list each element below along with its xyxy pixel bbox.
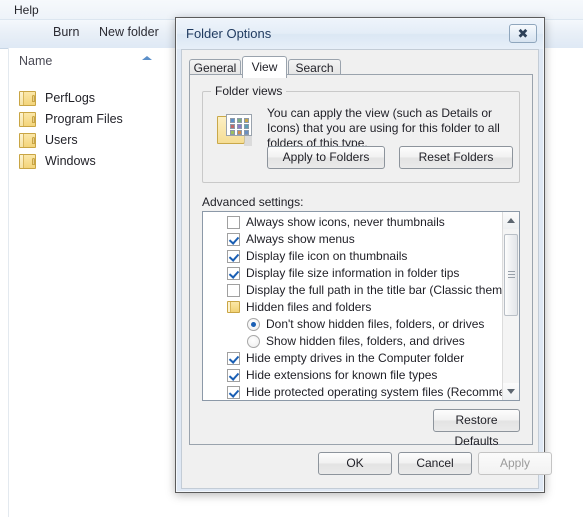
setting-display-file-icon-on-thumbnails[interactable]: Display file icon on thumbnails bbox=[203, 248, 503, 265]
setting-show-hidden-files[interactable]: Show hidden files, folders, and drives bbox=[203, 333, 503, 350]
radio-button[interactable] bbox=[247, 318, 260, 331]
dialog-title-bar[interactable]: Folder Options ✖ bbox=[177, 19, 543, 49]
toolbar-button-new-folder[interactable]: New folder bbox=[99, 25, 159, 39]
restore-defaults-button[interactable]: Restore Defaults bbox=[433, 409, 520, 448]
setting-label: Display file size information in folder … bbox=[246, 266, 460, 280]
setting-label: Display the full path in the title bar (… bbox=[246, 283, 520, 297]
checkbox[interactable] bbox=[227, 267, 240, 280]
scroll-down-icon[interactable] bbox=[503, 383, 519, 400]
setting-label: Hide protected operating system files (R… bbox=[246, 385, 520, 399]
tab-page-view: Folder views You can apply the view (suc… bbox=[189, 74, 533, 448]
folder-icon bbox=[19, 133, 36, 148]
scroll-up-icon[interactable] bbox=[503, 212, 519, 229]
ok-button[interactable]: OK bbox=[318, 452, 392, 475]
setting-label: Display file icon on thumbnails bbox=[246, 249, 408, 263]
close-icon: ✖ bbox=[517, 26, 529, 41]
folder-views-group: Folder views You can apply the view (suc… bbox=[202, 84, 520, 183]
setting-always-show-menus[interactable]: Always show menus bbox=[203, 231, 503, 248]
setting-hide-empty-drives[interactable]: Hide empty drives in the Computer folder bbox=[203, 350, 503, 367]
setting-label: Always show menus bbox=[246, 232, 355, 246]
setting-hide-protected-os-files[interactable]: Hide protected operating system files (R… bbox=[203, 384, 519, 400]
advanced-settings-scrollbar[interactable] bbox=[502, 212, 519, 400]
column-header-name[interactable]: Name bbox=[9, 48, 174, 74]
checkbox[interactable] bbox=[227, 352, 240, 365]
apply-to-folders-button[interactable]: Apply to Folders bbox=[267, 146, 385, 169]
toolbar-button-burn[interactable]: Burn bbox=[53, 25, 79, 39]
scrollbar-thumb[interactable] bbox=[504, 234, 518, 316]
column-header-label: Name bbox=[19, 54, 53, 68]
checkbox[interactable] bbox=[227, 386, 240, 399]
setting-always-show-icons[interactable]: Always show icons, never thumbnails bbox=[203, 214, 503, 231]
sort-ascending-icon bbox=[142, 56, 152, 60]
menu-item-help[interactable]: Help bbox=[10, 2, 43, 18]
setting-group-label: Hidden files and folders bbox=[246, 300, 372, 314]
setting-display-file-size-in-folder-tips[interactable]: Display file size information in folder … bbox=[203, 265, 503, 282]
folder-icon bbox=[19, 112, 36, 127]
folder-views-description: You can apply the view (such as Details … bbox=[267, 106, 500, 150]
folder-options-dialog: Folder Options ✖ General View Search Fol… bbox=[175, 17, 552, 493]
setting-hide-extensions[interactable]: Hide extensions for known file types bbox=[203, 367, 503, 384]
grip-icon bbox=[508, 271, 515, 278]
apply-button: Apply bbox=[478, 452, 552, 475]
dialog-frame: Folder Options ✖ General View Search Fol… bbox=[176, 18, 552, 492]
close-button[interactable]: ✖ bbox=[509, 24, 537, 43]
folder-views-legend: Folder views bbox=[211, 84, 287, 98]
checkbox[interactable] bbox=[227, 233, 240, 246]
advanced-settings-label: Advanced settings: bbox=[202, 195, 304, 209]
checkbox[interactable] bbox=[227, 250, 240, 263]
advanced-settings-list[interactable]: Always show icons, never thumbnails Alwa… bbox=[202, 211, 520, 401]
dialog-body: General View Search Folder views You can… bbox=[181, 49, 552, 489]
setting-label: Hide empty drives in the Computer folder bbox=[246, 351, 465, 365]
setting-label: Show hidden files, folders, and drives bbox=[266, 334, 465, 348]
checkbox[interactable] bbox=[227, 369, 240, 382]
list-item-label: Windows bbox=[45, 154, 96, 168]
folder-icon bbox=[19, 154, 36, 169]
setting-label: Don't show hidden files, folders, or dri… bbox=[266, 317, 485, 331]
tab-view[interactable]: View bbox=[242, 56, 287, 78]
folder-icon bbox=[19, 91, 36, 106]
folder-icon bbox=[227, 301, 240, 313]
setting-group-hidden-files-and-folders: Hidden files and folders bbox=[203, 299, 503, 316]
list-item-label: Users bbox=[45, 133, 78, 147]
folder-views-icon bbox=[217, 114, 253, 147]
setting-display-full-path-in-title-bar[interactable]: Display the full path in the title bar (… bbox=[203, 282, 519, 299]
setting-label: Hide extensions for known file types bbox=[246, 368, 438, 382]
setting-dont-show-hidden-files[interactable]: Don't show hidden files, folders, or dri… bbox=[203, 316, 503, 333]
checkbox[interactable] bbox=[227, 284, 240, 297]
checkbox[interactable] bbox=[227, 216, 240, 229]
radio-button[interactable] bbox=[247, 335, 260, 348]
list-item-label: Program Files bbox=[45, 112, 123, 126]
reset-folders-button[interactable]: Reset Folders bbox=[399, 146, 513, 169]
cancel-button[interactable]: Cancel bbox=[398, 452, 472, 475]
list-item-label: PerfLogs bbox=[45, 91, 96, 105]
setting-label: Always show icons, never thumbnails bbox=[246, 215, 445, 229]
dialog-title: Folder Options bbox=[186, 26, 272, 41]
